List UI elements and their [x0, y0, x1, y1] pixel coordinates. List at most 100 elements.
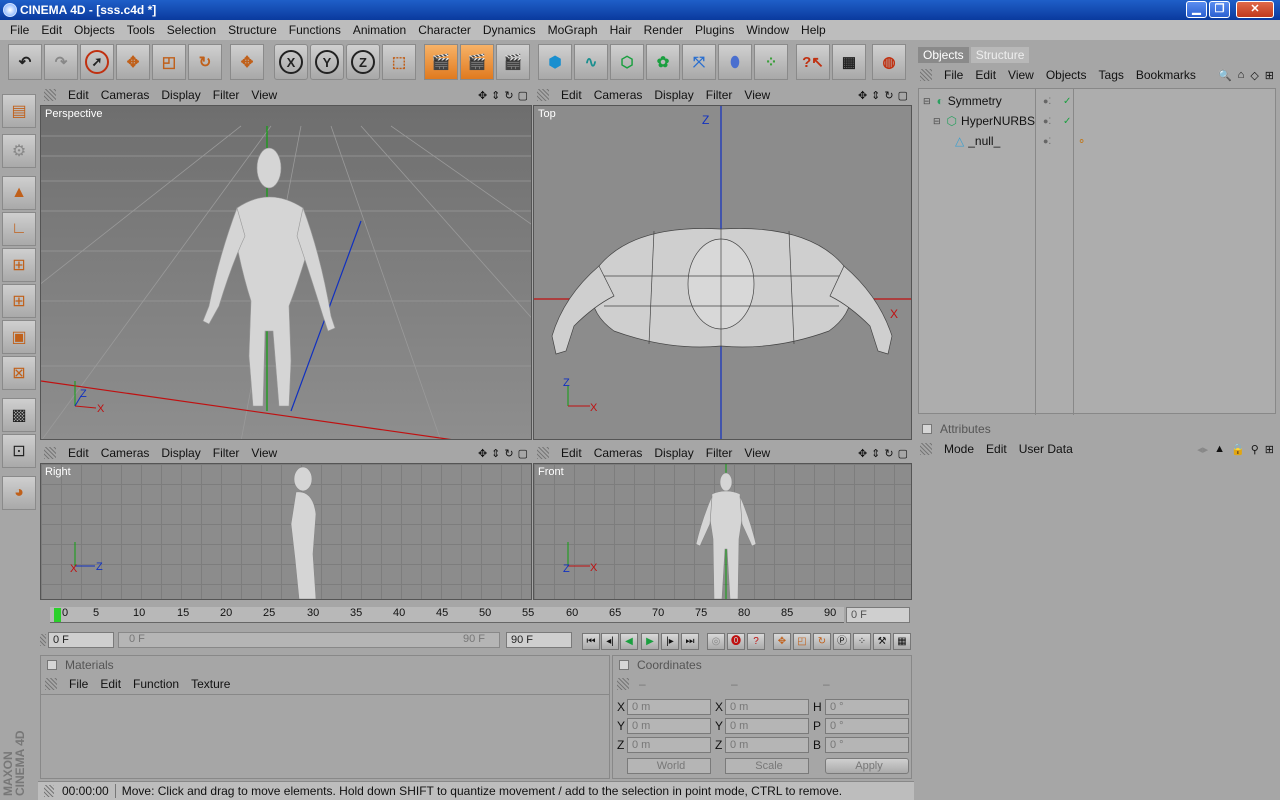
vp-menu-display[interactable]: Display [648, 88, 699, 102]
up-icon[interactable]: ▲ [1214, 443, 1225, 456]
coordinate-system-icon[interactable]: ⬚ [382, 44, 416, 80]
vp-menu-filter[interactable]: Filter [700, 88, 739, 102]
axis-mode-icon[interactable]: ∟ [2, 212, 36, 246]
menu-help[interactable]: Help [795, 23, 832, 37]
minimize-button[interactable]: ▁ [1186, 1, 1207, 18]
vp-menu-cameras[interactable]: Cameras [95, 446, 156, 460]
search-icon[interactable]: 🔍 [1218, 69, 1232, 82]
front-canvas[interactable]: Z X Front [533, 463, 912, 600]
deformer-icon[interactable]: ⤧ [682, 44, 716, 80]
uv-mode-icon[interactable]: ⊠ [2, 356, 36, 390]
play-backward-icon[interactable]: ◀ [620, 633, 638, 650]
panel-checkbox[interactable] [47, 660, 57, 670]
play-forward-icon[interactable]: ▶ [641, 633, 659, 650]
model-mode-icon[interactable]: ⚙ [2, 134, 36, 168]
menu-window[interactable]: Window [740, 23, 795, 37]
move-icon[interactable]: ✥ [116, 44, 150, 80]
menu-tools[interactable]: Tools [121, 23, 161, 37]
maximize-button[interactable]: ❐ [1209, 1, 1230, 18]
go-start-icon[interactable]: ⏮ [582, 633, 600, 650]
prev-key-icon[interactable]: ◂| [601, 633, 619, 650]
vp-menu-cameras[interactable]: Cameras [588, 446, 649, 460]
position-key-icon[interactable]: ✥ [773, 633, 791, 650]
calendar-icon[interactable]: ▦ [832, 44, 866, 80]
rot-p-field[interactable]: 0 ° [825, 718, 909, 734]
record-off-icon[interactable]: ◎ [707, 633, 725, 650]
render-settings-icon[interactable]: 🎬 [496, 44, 530, 80]
rot-b-field[interactable]: 0 ° [825, 737, 909, 753]
x-axis-lock-button[interactable]: X [274, 44, 308, 80]
zoom-icon[interactable]: ⇕ [871, 89, 880, 102]
visibility-dots-icon[interactable]: ●⁚ [1043, 116, 1051, 127]
object-name[interactable]: _null_ [968, 134, 1000, 148]
tag-icon[interactable]: ⚬ [1077, 135, 1086, 148]
particle-icon[interactable]: ⁘ [754, 44, 788, 80]
maximize-view-icon[interactable]: ▢ [518, 89, 528, 102]
pos-x-field[interactable]: 0 m [627, 699, 711, 715]
new-panel-icon[interactable]: ⊞ [1265, 69, 1274, 82]
web-browser-icon[interactable]: ◍ [872, 44, 906, 80]
orbit-icon[interactable]: ↻ [504, 447, 513, 460]
nurbs-icon[interactable]: ⬡ [610, 44, 644, 80]
orbit-icon[interactable]: ↻ [884, 447, 893, 460]
menu-selection[interactable]: Selection [161, 23, 222, 37]
object-mode-icon[interactable]: ▲ [2, 176, 36, 210]
vp-menu-edit[interactable]: Edit [62, 446, 95, 460]
checkmark-icon[interactable]: ✓ [1063, 116, 1071, 127]
menu-render[interactable]: Render [638, 23, 689, 37]
render-view-icon[interactable]: 🎬 [424, 44, 458, 80]
rotation-key-icon[interactable]: ↻ [813, 633, 831, 650]
vp-menu-cameras[interactable]: Cameras [95, 88, 156, 102]
close-button[interactable]: ✕ [1236, 1, 1274, 18]
object-name[interactable]: HyperNURBS [961, 114, 1035, 128]
polygons-mode-icon[interactable]: ▣ [2, 320, 36, 354]
visibility-dots-icon[interactable]: ●⁚ [1043, 136, 1051, 147]
edges-mode-icon[interactable]: ⊞ [2, 284, 36, 318]
vp-menu-filter[interactable]: Filter [207, 446, 246, 460]
vp-menu-view[interactable]: View [245, 446, 283, 460]
home-icon[interactable]: ⌂ [1238, 69, 1245, 82]
orbit-icon[interactable]: ↻ [884, 89, 893, 102]
y-axis-lock-button[interactable]: Y [310, 44, 344, 80]
z-axis-lock-button[interactable]: Z [346, 44, 380, 80]
visibility-icon[interactable]: ◇ [1250, 69, 1258, 82]
autokey-icon[interactable]: ⓿ [727, 633, 745, 650]
mat-menu-function[interactable]: Function [127, 677, 185, 691]
right-canvas[interactable]: X Z Right [40, 463, 532, 600]
new-panel-icon[interactable]: ⊞ [1265, 443, 1274, 456]
workplane-icon[interactable]: ⊡ [2, 434, 36, 468]
obj-menu-objects[interactable]: Objects [1040, 68, 1093, 82]
pos-z-field[interactable]: 0 m [627, 737, 711, 753]
cube-primitive-icon[interactable]: ⬢ [538, 44, 572, 80]
top-canvas[interactable]: Z X Z X Top [533, 105, 912, 440]
zoom-icon[interactable]: ⇕ [491, 447, 500, 460]
pan-icon[interactable]: ✥ [478, 89, 487, 102]
vp-menu-edit[interactable]: Edit [555, 446, 588, 460]
object-row[interactable]: △ _null_ ●⁚ ⚬ [949, 133, 1269, 149]
world-dropdown[interactable]: World [627, 758, 711, 774]
preview-range-slider[interactable]: 0 F 90 F [118, 632, 500, 648]
orbit-icon[interactable]: ↻ [504, 89, 513, 102]
undo-icon[interactable]: ↶ [8, 44, 42, 80]
visibility-dots-icon[interactable]: ●⁚ [1043, 96, 1051, 107]
vp-menu-cameras[interactable]: Cameras [588, 88, 649, 102]
next-key-icon[interactable]: |▸ [661, 633, 679, 650]
mat-menu-file[interactable]: File [63, 677, 94, 691]
parameter-key-icon[interactable]: Ⓟ [833, 633, 851, 650]
menu-character[interactable]: Character [412, 23, 477, 37]
attr-menu-mode[interactable]: Mode [938, 442, 980, 456]
pin-icon[interactable]: ⚲ [1251, 443, 1259, 456]
panel-checkbox[interactable] [922, 424, 932, 434]
rot-h-field[interactable]: 0 ° [825, 699, 909, 715]
vp-menu-filter[interactable]: Filter [700, 446, 739, 460]
points-mode-icon[interactable]: ⊞ [2, 248, 36, 282]
apply-button[interactable]: Apply [825, 758, 909, 774]
timeline-settings-icon[interactable]: ⚒ [873, 633, 891, 650]
menu-animation[interactable]: Animation [347, 23, 412, 37]
menu-hair[interactable]: Hair [604, 23, 638, 37]
end-frame-field[interactable]: 90 F [506, 632, 572, 648]
rotate-icon[interactable]: ↻ [188, 44, 222, 80]
vp-menu-filter[interactable]: Filter [207, 88, 246, 102]
maximize-view-icon[interactable]: ▢ [898, 447, 908, 460]
scheme-icon[interactable]: ▦ [893, 633, 911, 650]
